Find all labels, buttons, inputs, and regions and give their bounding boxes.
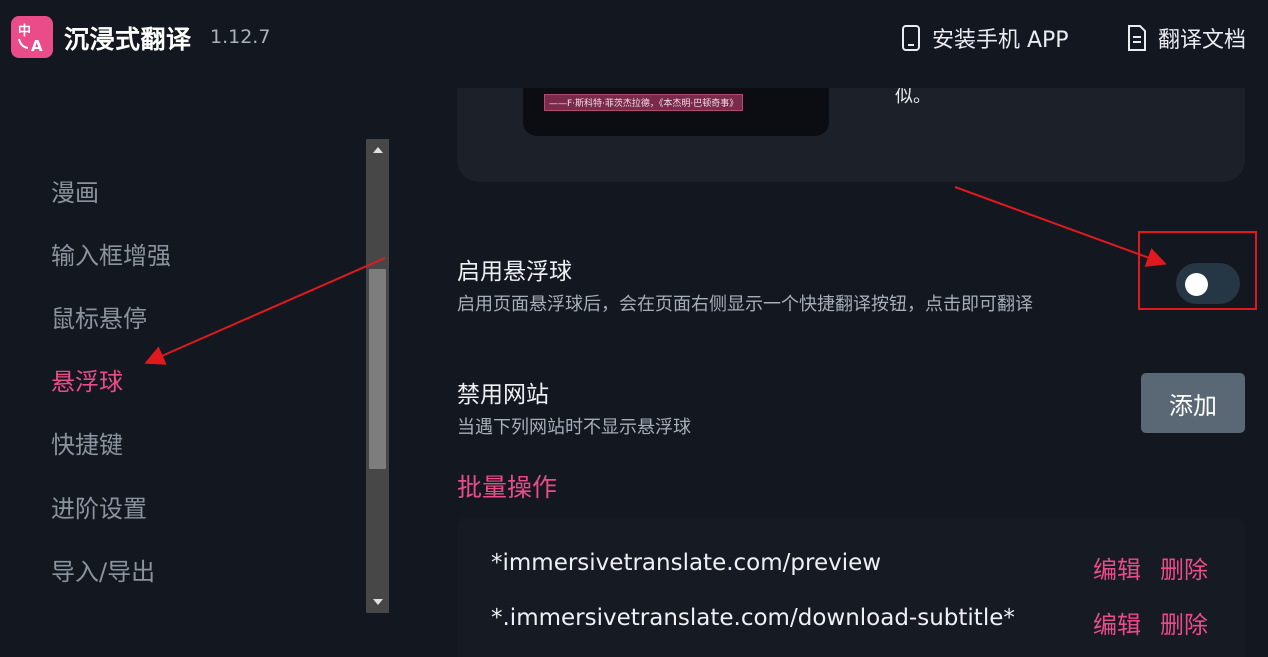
sidebar-item-mouse-hover[interactable]: 鼠标悬停	[51, 299, 147, 334]
scroll-thumb[interactable]	[369, 269, 386, 469]
sidebar-scrollbar[interactable]	[366, 139, 389, 613]
sidebar-item-floating-ball[interactable]: 悬浮球	[51, 362, 123, 397]
svg-text:中: 中	[18, 23, 31, 39]
site-list: *immersivetranslate.com/preview 编辑 删除 *.…	[457, 518, 1245, 657]
app-header: 中 A 沉浸式翻译 1.12.7 安装手机 APP 翻译文档	[0, 0, 1268, 74]
delete-site-button[interactable]: 删除	[1160, 550, 1208, 585]
docs-link[interactable]: 翻译文档	[1126, 22, 1246, 54]
site-row: *immersivetranslate.com/preview 编辑 删除	[457, 550, 1245, 590]
site-url: *.immersivetranslate.com/download-subtit…	[491, 605, 1015, 631]
toggle-knob	[1185, 273, 1208, 296]
floating-ball-title: 启用悬浮球	[457, 259, 572, 285]
sidebar-item-advanced[interactable]: 进阶设置	[51, 489, 147, 524]
add-site-button[interactable]: 添加	[1141, 373, 1245, 433]
app-logo-icon: 中 A	[11, 16, 53, 58]
sidebar-item-comics[interactable]: 漫画	[51, 173, 99, 208]
phone-preview: ——F·斯科特·菲茨杰拉德，《本杰明·巴顿奇事》	[523, 88, 829, 136]
preview-text: 似。	[895, 88, 931, 107]
preview-card: ——F·斯科特·菲茨杰拉德，《本杰明·巴顿奇事》 似。	[457, 88, 1245, 182]
edit-site-button[interactable]: 编辑	[1093, 605, 1141, 640]
app-title: 沉浸式翻译	[64, 25, 192, 54]
delete-site-button[interactable]: 删除	[1160, 605, 1208, 640]
phone-icon	[902, 25, 920, 51]
batch-operations-title[interactable]: 批量操作	[457, 468, 557, 504]
sidebar-item-import-export[interactable]: 导入/导出	[51, 552, 155, 587]
edit-site-button[interactable]: 编辑	[1093, 550, 1141, 585]
floating-ball-toggle[interactable]	[1176, 263, 1240, 304]
toggle-highlight-box	[1138, 231, 1257, 310]
floating-ball-description: 启用页面悬浮球后，会在页面右侧显示一个快捷翻译按钮，点击即可翻译	[457, 294, 1033, 315]
phone-quote: ——F·斯科特·菲茨杰拉德，《本杰明·巴顿奇事》	[544, 94, 744, 111]
docs-label: 翻译文档	[1158, 28, 1247, 53]
site-row: *.immersivetranslate.com/download-subtit…	[457, 605, 1245, 645]
annotation-arrow-sidebar	[144, 257, 386, 365]
install-app-link[interactable]: 安装手机 APP	[900, 22, 1069, 54]
site-url: *immersivetranslate.com/preview	[491, 550, 882, 576]
document-icon	[1128, 25, 1146, 51]
sidebar-item-input-enhance[interactable]: 输入框增强	[51, 236, 171, 271]
scroll-down-icon[interactable]	[366, 591, 389, 613]
sidebar-item-shortcuts[interactable]: 快捷键	[51, 425, 123, 460]
svg-text:A: A	[31, 37, 43, 54]
install-app-label: 安装手机 APP	[932, 28, 1069, 53]
annotation-arrow-toggle	[954, 186, 1167, 267]
blocked-sites-title: 禁用网站	[457, 382, 549, 408]
blocked-sites-description: 当遇下列网站时不显示悬浮球	[457, 417, 691, 438]
scroll-up-icon[interactable]	[366, 139, 389, 161]
app-version: 1.12.7	[210, 26, 271, 48]
